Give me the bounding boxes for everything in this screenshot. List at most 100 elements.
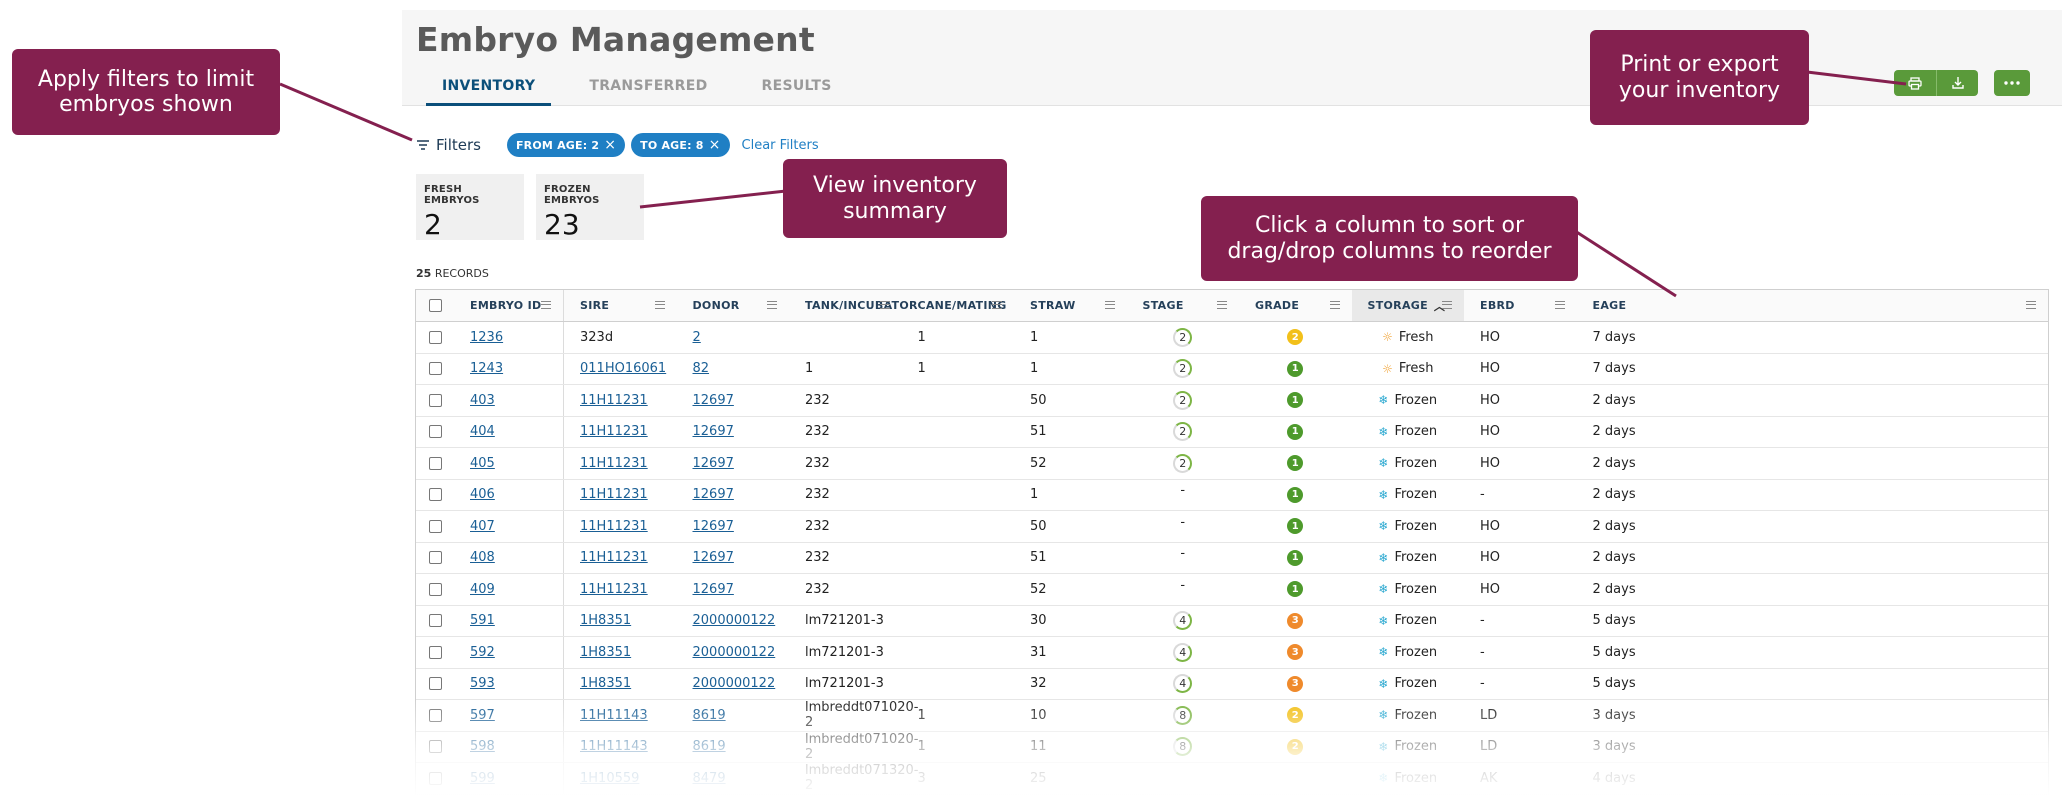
table-row[interactable]: 405 11H11231 12697 232 52 2 1 ❄ Frozen HO 2 days xyxy=(416,448,2048,480)
embryo-id-link[interactable]: 403 xyxy=(454,385,564,416)
donor-link[interactable]: 12697 xyxy=(677,417,790,448)
column-menu-icon[interactable] xyxy=(541,301,551,309)
column-menu-icon[interactable] xyxy=(992,301,1002,309)
embryo-id-link[interactable]: 593 xyxy=(454,668,564,699)
table-row[interactable]: 592 1H8351 2000000122 lm721201-3 31 4 3 ❄ Frozen… xyxy=(416,637,2048,669)
row-checkbox[interactable] xyxy=(428,645,442,659)
embryo-id-link[interactable]: 599 xyxy=(454,763,564,794)
row-checkbox[interactable] xyxy=(428,614,442,628)
row-checkbox[interactable] xyxy=(428,740,442,754)
sire-link[interactable]: 011HO16061 xyxy=(564,354,677,385)
select-all-checkbox[interactable] xyxy=(428,299,442,312)
column-header-donor[interactable]: DONOR xyxy=(677,290,790,321)
column-header-cane[interactable]: CANE/MATING xyxy=(902,290,1015,321)
donor-link[interactable]: 12697 xyxy=(677,448,790,479)
table-row[interactable]: 593 1H8351 2000000122 lm721201-3 32 4 3 ❄ Frozen… xyxy=(416,668,2048,700)
table-row[interactable]: 406 11H11231 12697 232 1 - 1 ❄ Frozen - 2 days xyxy=(416,479,2048,511)
embryo-id-link[interactable]: 591 xyxy=(454,605,564,636)
column-menu-icon[interactable] xyxy=(1329,301,1340,309)
donor-link[interactable]: 12697 xyxy=(677,480,790,511)
row-checkbox[interactable] xyxy=(428,708,442,722)
table-row[interactable]: 591 1H8351 2000000122 lm721201-3 30 4 3 ❄ Frozen… xyxy=(416,605,2048,637)
row-checkbox[interactable] xyxy=(428,393,442,407)
embryo-id-link[interactable]: 409 xyxy=(454,574,564,605)
column-header-grade[interactable]: GRADE xyxy=(1239,290,1352,321)
column-menu-icon[interactable] xyxy=(767,301,777,309)
embryo-id-link[interactable]: 404 xyxy=(454,416,564,447)
row-checkbox[interactable] xyxy=(428,330,442,344)
table-row[interactable]: 597 11H11143 8619 lmbreddt071020-2 1 10 8 2 ❄ Fro… xyxy=(416,700,2048,732)
table-row[interactable]: 409 11H11231 12697 232 52 - 1 ❄ Frozen HO 2 days xyxy=(416,574,2048,606)
table-row[interactable]: 599 1H10559 8479 lmbreddt071320-2 3 25 ❄ Frozen… xyxy=(416,763,2048,795)
table-row[interactable]: 1243 011HO16061 82 1 1 1 2 1 ☼ Fresh HO 7 days xyxy=(416,353,2048,385)
row-checkbox[interactable] xyxy=(428,582,442,596)
embryo-id-link[interactable]: 1236 xyxy=(454,322,564,353)
tab-inventory[interactable]: INVENTORY xyxy=(426,70,552,106)
sire-link[interactable]: 11H11231 xyxy=(564,385,677,416)
table-row[interactable]: 404 11H11231 12697 232 51 2 1 ❄ Frozen HO 2 days xyxy=(416,416,2048,448)
embryo-id-link[interactable]: 592 xyxy=(454,637,564,668)
embryo-id-link[interactable]: 1243 xyxy=(454,353,564,384)
sire-link[interactable]: 1H8351 xyxy=(564,606,677,637)
column-menu-icon[interactable] xyxy=(1104,301,1115,309)
column-menu-icon[interactable] xyxy=(2026,301,2036,309)
table-row[interactable]: 403 11H11231 12697 232 50 2 1 ❄ Frozen HO 2 days xyxy=(416,385,2048,417)
column-header-tank[interactable]: TANK/INCUBATOR xyxy=(789,290,917,321)
print-button[interactable] xyxy=(1894,70,1936,96)
column-header-eage[interactable]: EAGE xyxy=(1577,290,2049,321)
donor-link[interactable]: 2 xyxy=(677,322,790,353)
donor-link[interactable]: 12697 xyxy=(677,543,790,574)
column-menu-icon[interactable] xyxy=(879,301,890,309)
sire-link[interactable]: 11H11231 xyxy=(564,511,677,542)
filter-chip-to-age[interactable]: TO AGE: 8 × xyxy=(631,133,730,157)
column-header-ebrd[interactable]: EBRD xyxy=(1464,290,1577,321)
close-icon[interactable]: × xyxy=(709,138,721,152)
table-row[interactable]: 407 11H11231 12697 232 50 - 1 ❄ Frozen HO 2 days xyxy=(416,511,2048,543)
table-row[interactable]: 408 11H11231 12697 232 51 - 1 ❄ Frozen HO 2 days xyxy=(416,542,2048,574)
row-checkbox[interactable] xyxy=(428,771,442,785)
row-checkbox[interactable] xyxy=(428,488,442,502)
donor-link[interactable]: 2000000122 xyxy=(677,637,790,668)
row-checkbox[interactable] xyxy=(428,456,442,470)
donor-link[interactable]: 82 xyxy=(677,354,790,385)
embryo-id-link[interactable]: 408 xyxy=(454,542,564,573)
table-row[interactable]: 598 11H11143 8619 lmbreddt071020-2 1 11 8 2 ❄ Fro… xyxy=(416,731,2048,763)
row-checkbox[interactable] xyxy=(428,677,442,691)
download-button[interactable] xyxy=(1936,70,1978,96)
filters-button[interactable]: Filters xyxy=(436,136,481,154)
sire-link[interactable]: 11H11231 xyxy=(564,480,677,511)
donor-link[interactable]: 12697 xyxy=(677,574,790,605)
sire-link[interactable]: 1H10559 xyxy=(564,763,677,794)
embryo-id-link[interactable]: 598 xyxy=(454,731,564,762)
embryo-id-link[interactable]: 407 xyxy=(454,511,564,542)
donor-link[interactable]: 2000000122 xyxy=(677,606,790,637)
column-menu-icon[interactable] xyxy=(654,301,665,309)
filter-icon[interactable] xyxy=(416,139,430,151)
sire-link[interactable]: 11H11143 xyxy=(564,732,677,763)
column-menu-icon[interactable] xyxy=(1442,301,1452,309)
filter-chip-from-age[interactable]: FROM AGE: 2 × xyxy=(506,133,626,157)
sire-link[interactable]: 11H11231 xyxy=(564,574,677,605)
row-checkbox[interactable] xyxy=(428,519,442,533)
column-menu-icon[interactable] xyxy=(1217,301,1227,309)
donor-link[interactable]: 12697 xyxy=(677,385,790,416)
sire-link[interactable]: 1H8351 xyxy=(564,637,677,668)
sire-link[interactable]: 11H11143 xyxy=(564,700,677,731)
sire-link[interactable]: 11H11231 xyxy=(564,448,677,479)
sire-link[interactable]: 11H11231 xyxy=(564,417,677,448)
column-header-straw[interactable]: STRAW xyxy=(1014,290,1127,321)
donor-link[interactable]: 8619 xyxy=(677,700,790,731)
donor-link[interactable]: 8479 xyxy=(677,763,790,794)
embryo-id-link[interactable]: 405 xyxy=(454,448,564,479)
embryo-id-link[interactable]: 597 xyxy=(454,700,564,731)
column-header-sire[interactable]: SIRE xyxy=(564,290,677,321)
column-header-embryo-id[interactable]: EMBRYO ID xyxy=(454,290,564,321)
row-checkbox[interactable] xyxy=(428,425,442,439)
column-menu-icon[interactable] xyxy=(1554,301,1565,309)
sire-link[interactable]: 11H11231 xyxy=(564,543,677,574)
sire-link[interactable]: 1H8351 xyxy=(564,669,677,700)
tab-transferred[interactable]: TRANSFERRED xyxy=(573,70,723,106)
tab-results[interactable]: RESULTS xyxy=(746,70,848,106)
column-header-stage[interactable]: STAGE xyxy=(1127,290,1240,321)
table-row[interactable]: 1236 323d 2 1 1 2 2 ☼ Fresh HO 7 days xyxy=(416,322,2048,354)
